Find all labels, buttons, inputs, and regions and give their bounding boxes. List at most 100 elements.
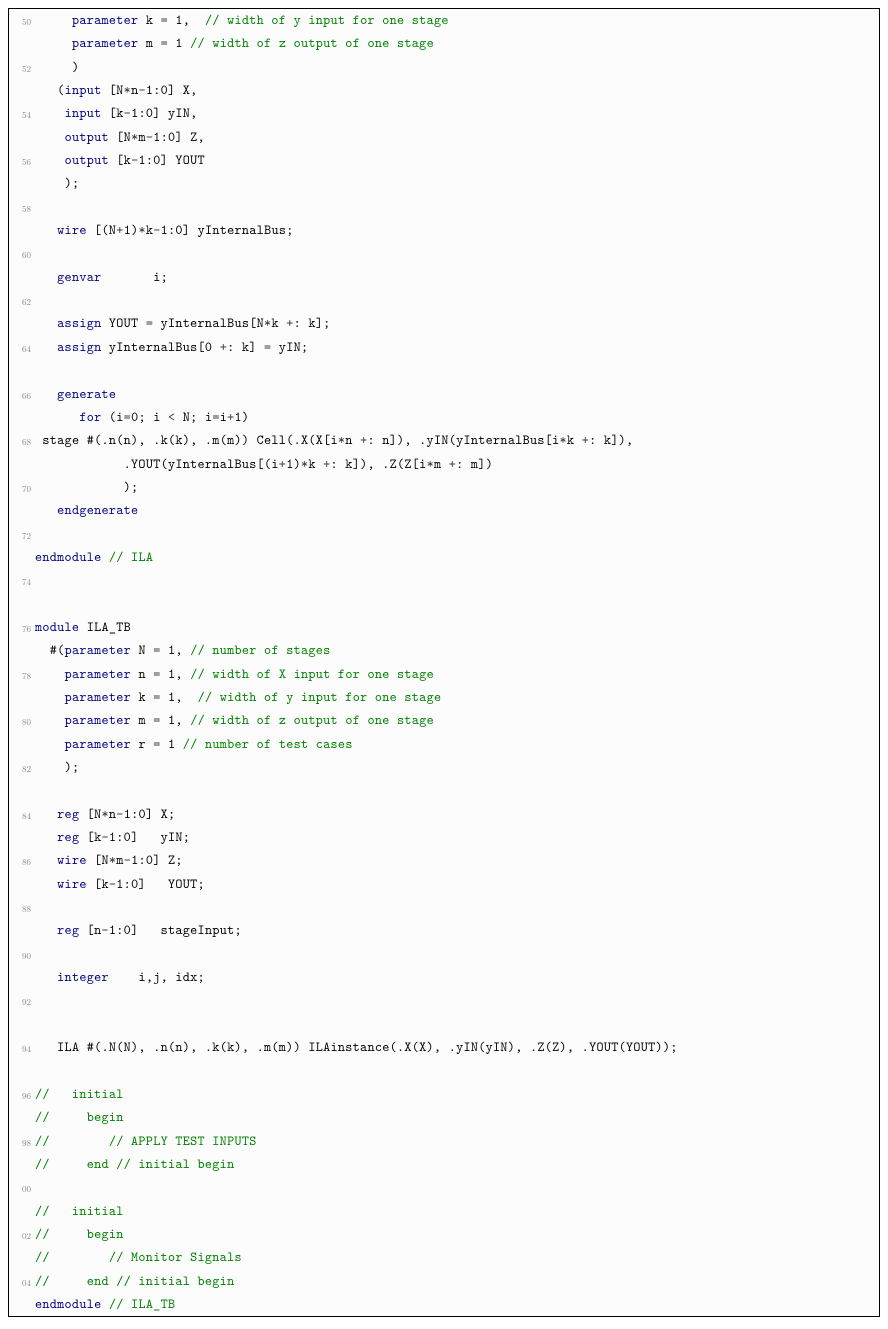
text-token: 1 bbox=[161, 735, 183, 753]
line-number bbox=[9, 79, 35, 84]
keyword-token: endmodule bbox=[35, 548, 102, 566]
operator-token: * bbox=[138, 221, 145, 239]
code-line: .YOUT(yInternalBus[(i+1)*k +: k]), .Z(Z[… bbox=[9, 453, 879, 476]
comment-token: // end // initial begin bbox=[35, 1272, 234, 1290]
line-number: 74 bbox=[9, 569, 35, 590]
code-content: wire [k-1:0] YOUT; bbox=[35, 873, 879, 896]
line-number bbox=[9, 359, 35, 364]
code-line: wire [k-1:0] YOUT; bbox=[9, 873, 879, 896]
text-token: k bbox=[138, 11, 160, 29]
code-line: 64 assign yInternalBus[0 +: k] = yIN; bbox=[9, 336, 879, 359]
code-line: wire [(N+1)*k-1:0] yInternalBus; bbox=[9, 219, 879, 242]
code-line: 00 bbox=[9, 1176, 879, 1199]
text-token: [n bbox=[79, 921, 101, 939]
text-token: N; i bbox=[175, 408, 212, 426]
line-number: 62 bbox=[9, 289, 35, 310]
text-token: YOUT bbox=[102, 314, 146, 332]
code-line: 58 bbox=[9, 196, 879, 219]
keyword-token: reg bbox=[57, 828, 79, 846]
text-token: ILA #(.N(N), .n(n), .k(k), .m(m)) ILAins… bbox=[35, 1038, 678, 1056]
code-content bbox=[35, 242, 879, 265]
text-token bbox=[102, 1295, 109, 1313]
operator-token: * bbox=[102, 805, 109, 823]
code-content: endmodule // ILA bbox=[35, 546, 879, 569]
code-content: reg [n-1:0] stageInput; bbox=[35, 919, 879, 942]
code-line: endmodule // ILA_TB bbox=[9, 1293, 879, 1316]
line-number: 96 bbox=[9, 1083, 35, 1104]
text-token bbox=[35, 34, 72, 52]
text-token: 1, bbox=[161, 711, 191, 729]
operator-token: + bbox=[116, 221, 123, 239]
operator-token: = bbox=[153, 688, 160, 706]
keyword-token: wire bbox=[57, 221, 87, 239]
line-number: 58 bbox=[9, 196, 35, 217]
line-number: 60 bbox=[9, 242, 35, 263]
text-token: m bbox=[138, 128, 145, 146]
text-token: 1:0] X; bbox=[124, 805, 176, 823]
line-number bbox=[9, 453, 35, 458]
comment-token: // width of z output of one stage bbox=[190, 34, 434, 52]
keyword-token: output bbox=[65, 128, 109, 146]
operator-token: + bbox=[582, 431, 589, 449]
line-number: 82 bbox=[9, 756, 35, 777]
line-number bbox=[9, 779, 35, 784]
code-content bbox=[35, 593, 879, 616]
text-token bbox=[35, 828, 57, 846]
line-number bbox=[9, 266, 35, 271]
text-token: 1:0] yIN, bbox=[131, 104, 198, 122]
operator-token: - bbox=[153, 221, 160, 239]
text-token: m bbox=[131, 711, 153, 729]
text-token: [N bbox=[79, 805, 101, 823]
keyword-token: genvar bbox=[57, 268, 101, 286]
line-number bbox=[9, 873, 35, 878]
text-token: k bbox=[567, 431, 582, 449]
text-token: [(N bbox=[87, 221, 117, 239]
text-token: [k bbox=[109, 151, 131, 169]
code-line: #(parameter N = 1, // number of stages bbox=[9, 639, 879, 662]
keyword-token: input bbox=[65, 81, 102, 99]
code-line: (input [N*n-1:0] X, bbox=[9, 79, 879, 102]
code-content: generate bbox=[35, 383, 879, 406]
comment-token: // begin bbox=[35, 1108, 124, 1126]
code-line: reg [k-1:0] yIN; bbox=[9, 826, 879, 849]
code-line: endgenerate bbox=[9, 499, 879, 522]
code-line: 02// begin bbox=[9, 1223, 879, 1246]
code-content: // begin bbox=[35, 1106, 879, 1129]
line-number bbox=[9, 126, 35, 131]
operator-token: = bbox=[212, 408, 219, 426]
code-line: output [N*m-1:0] Z, bbox=[9, 126, 879, 149]
text-token: i,j, idx; bbox=[109, 968, 205, 986]
text-token bbox=[35, 11, 72, 29]
line-number bbox=[9, 219, 35, 224]
code-content: // begin bbox=[35, 1223, 879, 1246]
code-content: ) bbox=[35, 56, 879, 79]
text-token: ILA_TB bbox=[79, 618, 131, 636]
operator-token: - bbox=[124, 104, 131, 122]
keyword-token: assign bbox=[57, 338, 101, 356]
text-token: [N bbox=[109, 128, 131, 146]
code-content: (input [N*n-1:0] X, bbox=[35, 79, 879, 102]
text-token bbox=[102, 548, 109, 566]
text-token: m bbox=[116, 851, 123, 869]
comment-token: // // Monitor Signals bbox=[35, 1248, 242, 1266]
line-number bbox=[9, 826, 35, 831]
code-line: ); bbox=[9, 172, 879, 195]
text-token bbox=[35, 968, 57, 986]
keyword-token: parameter bbox=[65, 735, 132, 753]
line-number bbox=[9, 312, 35, 317]
comment-token: // end // initial begin bbox=[35, 1155, 234, 1173]
code-line bbox=[9, 1013, 879, 1036]
keyword-token: endmodule bbox=[35, 1295, 102, 1313]
code-line: 74 bbox=[9, 569, 879, 592]
text-token: [N bbox=[102, 81, 124, 99]
code-line: 94 ILA #(.N(N), .n(n), .k(k), .m(m)) ILA… bbox=[9, 1036, 879, 1059]
text-token: ( bbox=[35, 81, 65, 99]
comment-token: // width of z output of one stage bbox=[190, 711, 434, 729]
line-number: 02 bbox=[9, 1223, 35, 1244]
line-number: 86 bbox=[9, 849, 35, 870]
code-content: reg [N*n-1:0] X; bbox=[35, 803, 879, 826]
code-line bbox=[9, 779, 879, 802]
operator-token: + bbox=[323, 455, 330, 473]
text-token bbox=[35, 851, 57, 869]
code-content: // end // initial begin bbox=[35, 1270, 879, 1293]
